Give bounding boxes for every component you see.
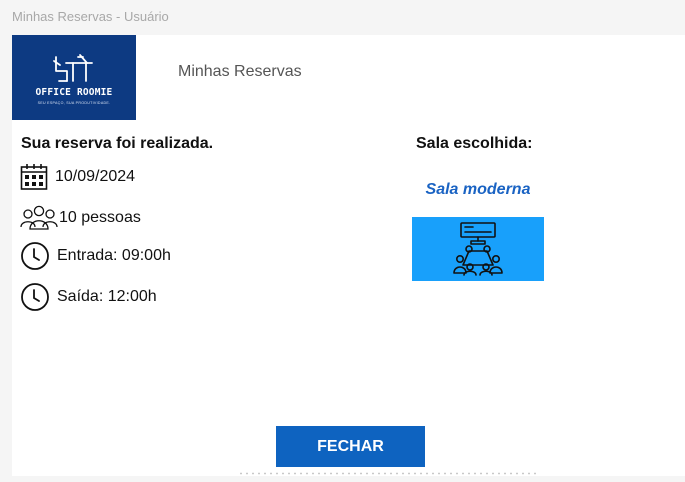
exit-time: Saída: 12:00h [57,288,157,305]
window-title: Minhas Reservas - Usuário [12,9,169,24]
logo-name: OFFICE ROOMIE [35,87,113,98]
meeting-room-icon [453,222,503,276]
chosen-room-heading: Sala escolhida: [416,135,533,152]
exit-row: Saída: 12:00h [20,282,157,312]
calendar-icon [20,163,48,191]
clock-icon [20,241,50,271]
office-roomie-logo: OFFICE ROOMIE SEU ESPAÇO, SUA PRODUTIVID… [12,35,136,120]
clock-icon [20,282,50,312]
close-button[interactable]: FECHAR [276,426,425,467]
entry-row: Entrada: 09:00h [20,241,171,271]
people-count: 10 pessoas [59,209,141,226]
dotted-divider [238,472,538,475]
people-icon [20,205,58,231]
room-name: Sala moderna [425,181,531,198]
confirmation-message: Sua reserva foi realizada. [21,135,214,152]
desk-chair-icon [53,54,93,82]
entry-time: Entrada: 09:00h [57,247,171,264]
room-card [412,217,544,281]
date-row: 10/09/2024 [20,163,135,191]
reservation-date: 10/09/2024 [55,168,136,185]
reservation-card: OFFICE ROOMIE SEU ESPAÇO, SUA PRODUTIVID… [12,35,685,476]
page-title: Minhas Reservas [178,63,302,80]
logo-tagline: SEU ESPAÇO, SUA PRODUTIVIDADE. [37,101,111,105]
people-row: 10 pessoas [20,205,141,231]
